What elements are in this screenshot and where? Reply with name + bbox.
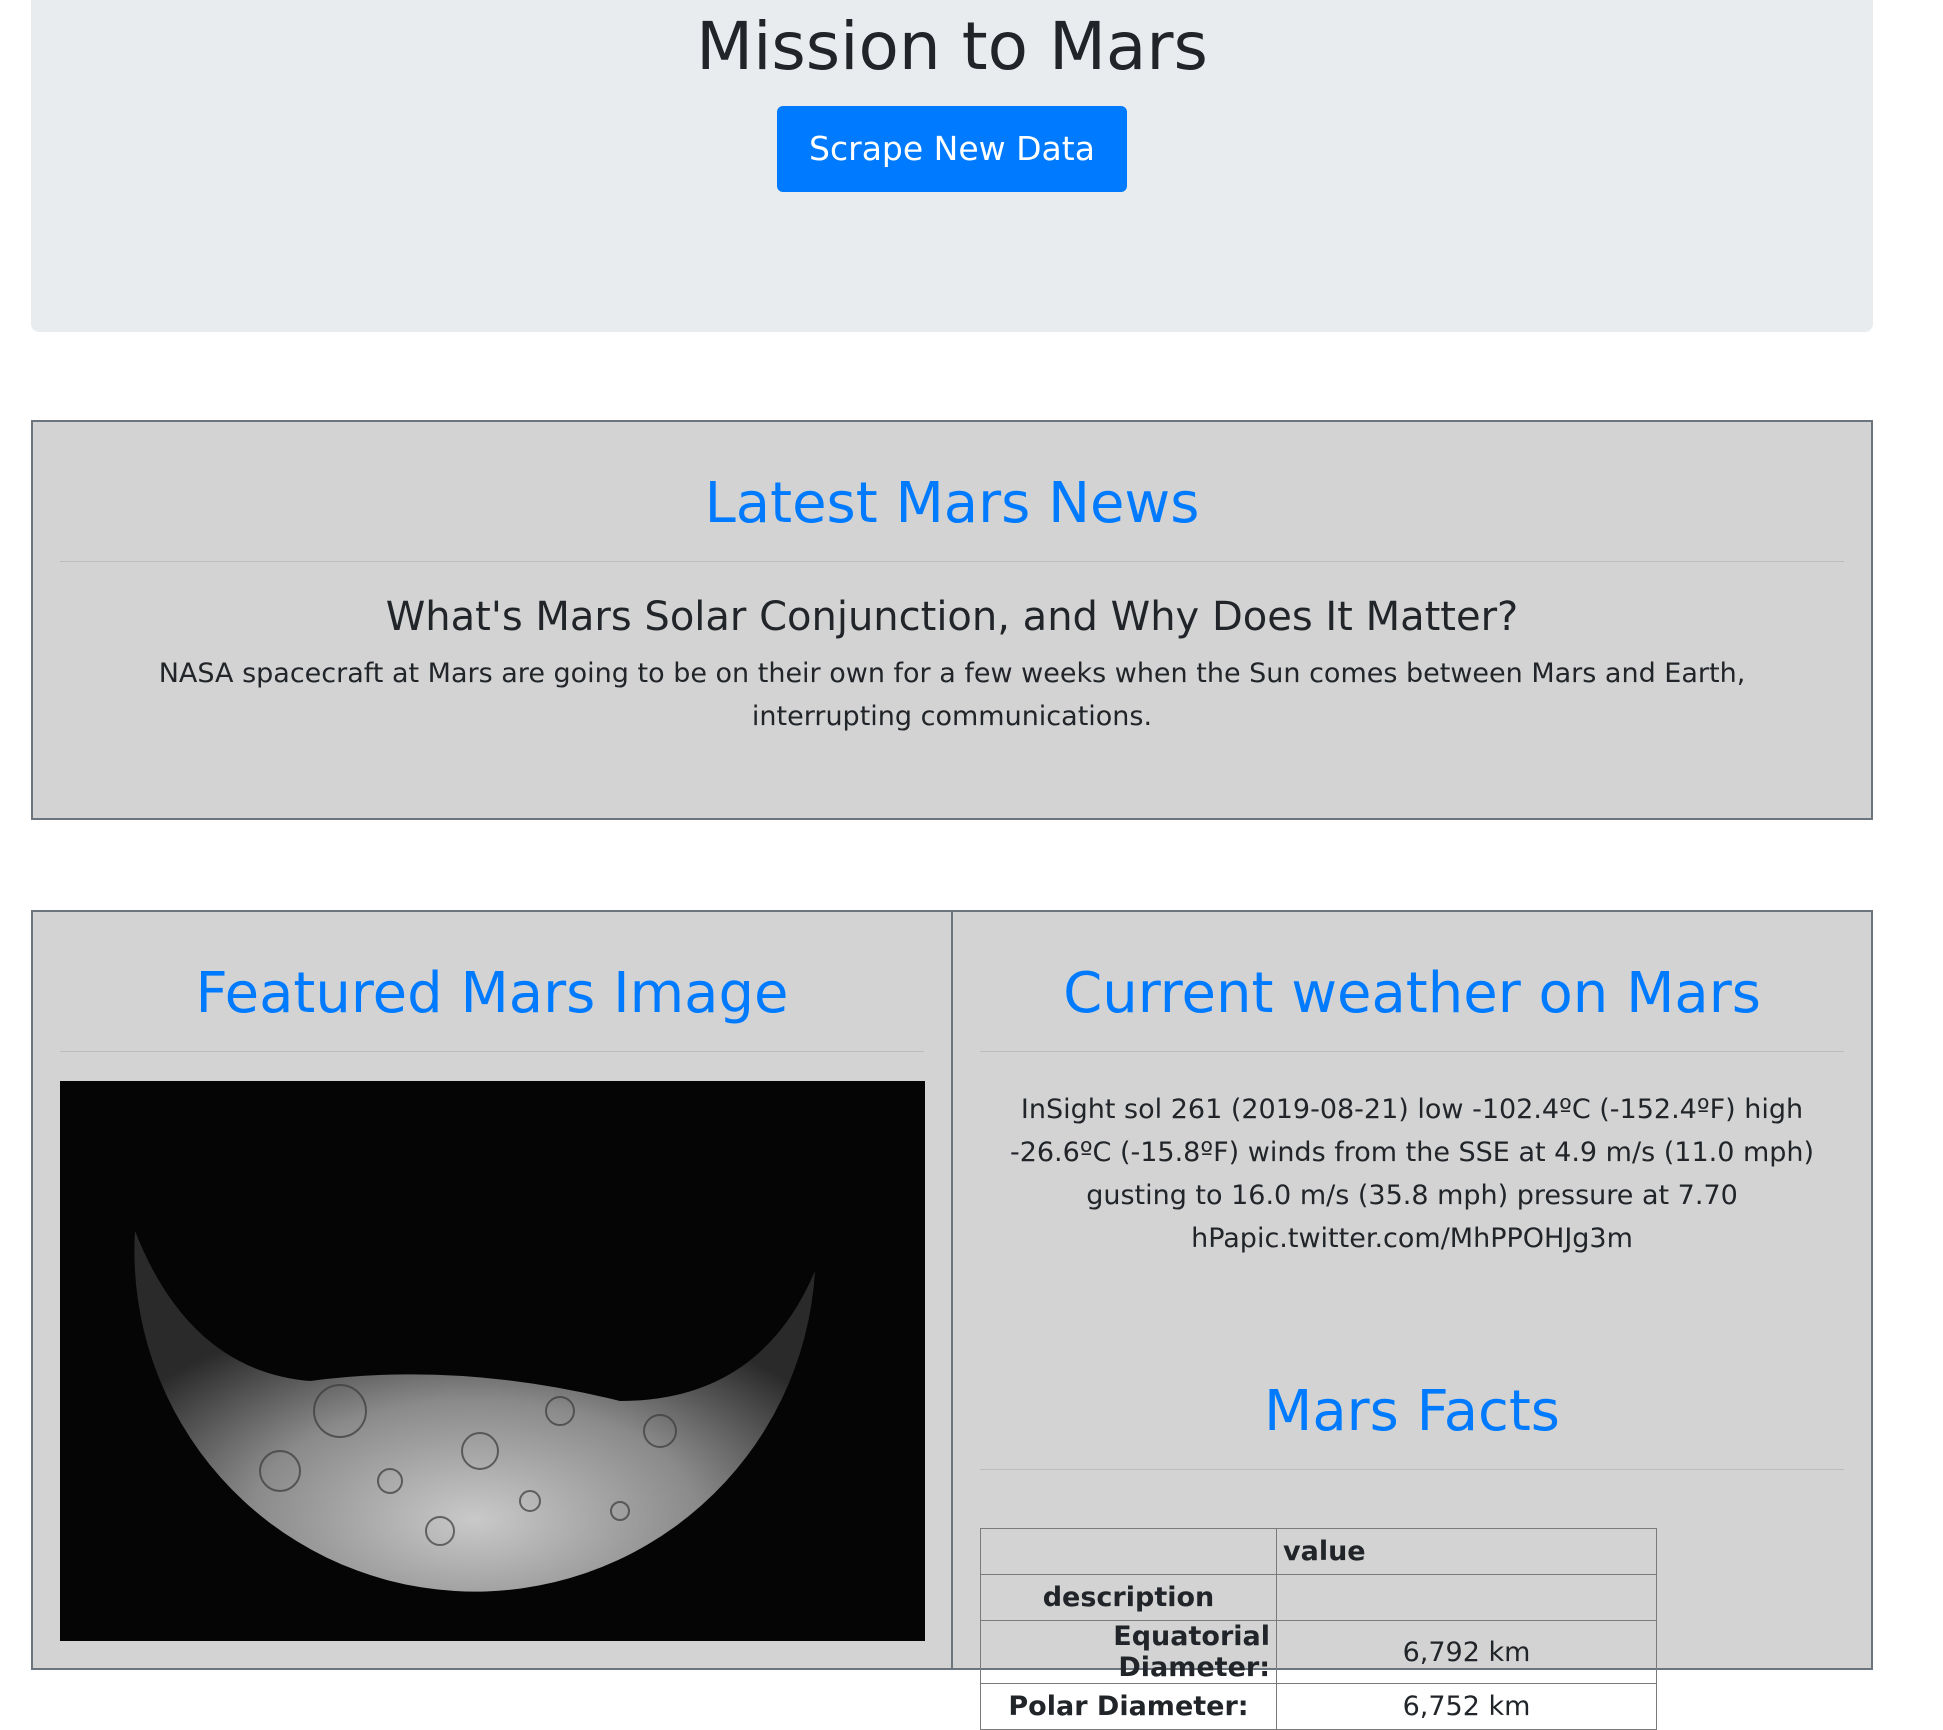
column-header-value: value [1276,1528,1657,1576]
fact-key: Polar Diameter: [980,1683,1277,1730]
divider [980,1051,1844,1053]
jumbotron-header: Mission to Mars Scrape New Data [31,0,1873,332]
divider [980,1469,1844,1471]
news-paragraph: NASA spacecraft at Mars are going to be … [158,658,1746,733]
mars-facts-heading: Mars Facts [1264,1379,1560,1445]
fact-key: Equatorial Diameter: [980,1620,1277,1685]
news-title: What's Mars Solar Conjunction, and Why D… [385,594,1519,641]
scrape-new-data-button[interactable]: Scrape New Data [777,106,1127,192]
news-panel: Latest Mars News What's Mars Solar Conju… [31,420,1873,820]
table-header-row: value [980,1528,1657,1576]
table-row: Equatorial Diameter: 6,792 km [980,1620,1657,1685]
table-row: description [980,1574,1657,1622]
page-title: Mission to Mars [696,8,1208,85]
mars-facts-table: value description Equatorial Diameter: 6… [980,1528,1657,1730]
fact-value: 6,792 km [1276,1620,1657,1685]
featured-mars-image [60,1081,925,1642]
divider [60,1051,924,1053]
featured-image-panel: Featured Mars Image [31,910,953,1670]
weather-text: InSight sol 261 (2019-08-21) low -102.4º… [1009,1094,1815,1255]
weather-heading: Current weather on Mars [1063,961,1761,1026]
crescent-moon-image [60,1081,925,1642]
index-header: description [980,1574,1277,1622]
featured-image-heading: Featured Mars Image [195,961,789,1026]
fact-value: 6,752 km [1276,1683,1657,1730]
divider [60,561,1844,563]
news-heading: Latest Mars News [704,471,1200,536]
weather-panel: Current weather on Mars InSight sol 261 … [951,910,1873,1730]
table-row: Polar Diameter: 6,752 km [980,1683,1657,1730]
